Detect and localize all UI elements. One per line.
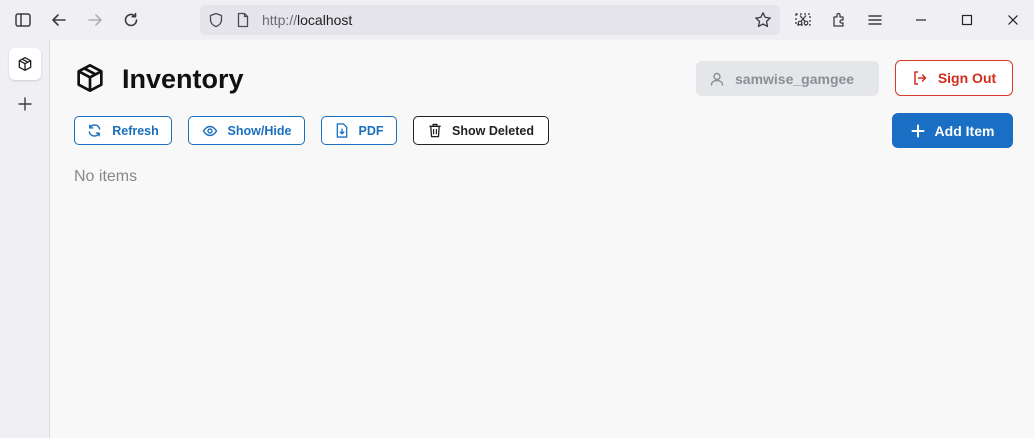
url-prefix: http:// xyxy=(262,12,298,28)
browser-sidebar xyxy=(0,40,50,438)
box-icon xyxy=(18,57,32,71)
plus-icon[interactable] xyxy=(13,92,37,116)
plus-icon xyxy=(911,124,925,138)
pdf-file-icon xyxy=(335,123,349,138)
add-item-label: Add Item xyxy=(934,122,995,139)
back-arrow-icon[interactable] xyxy=(47,8,71,32)
forward-arrow-icon[interactable] xyxy=(83,8,107,32)
url-host: localhost xyxy=(297,12,353,28)
url-text[interactable]: http://localhost xyxy=(262,12,352,28)
trash-icon xyxy=(428,123,442,138)
browser-toolbar: http://localhost xyxy=(0,0,1034,40)
minimize-icon[interactable] xyxy=(909,8,933,32)
close-icon[interactable] xyxy=(1001,8,1025,32)
sidebar-tab-inventory[interactable] xyxy=(9,48,41,80)
show-deleted-button[interactable]: Show Deleted xyxy=(413,116,549,145)
show-deleted-label: Show Deleted xyxy=(452,123,534,138)
sign-out-button[interactable]: Sign Out xyxy=(895,60,1013,96)
box-icon xyxy=(74,62,106,94)
refresh-label: Refresh xyxy=(112,123,159,138)
empty-message: No items xyxy=(74,168,138,185)
username-label: samwise_gamgee xyxy=(735,70,855,87)
show-hide-button[interactable]: Show/Hide xyxy=(188,116,305,145)
pdf-label: PDF xyxy=(358,123,384,138)
refresh-icon xyxy=(87,123,102,138)
sign-out-icon xyxy=(912,70,928,86)
app-main: Inventory samwise_gamgee Sign Out Refres… xyxy=(50,40,1034,438)
eye-icon xyxy=(202,123,218,139)
user-icon xyxy=(709,71,725,87)
pdf-button[interactable]: PDF xyxy=(321,116,397,145)
shield-icon[interactable] xyxy=(207,11,225,29)
add-item-button[interactable]: Add Item xyxy=(892,113,1013,148)
star-icon[interactable] xyxy=(754,11,772,29)
extensions-icon[interactable] xyxy=(827,8,851,32)
sign-out-label: Sign Out xyxy=(937,70,997,86)
reload-icon[interactable] xyxy=(119,8,143,32)
show-hide-label: Show/Hide xyxy=(227,123,292,138)
page-title: Inventory xyxy=(122,64,244,94)
page-icon[interactable] xyxy=(234,11,252,29)
maximize-icon[interactable] xyxy=(955,8,979,32)
menu-icon[interactable] xyxy=(863,8,887,32)
sidebar-toggle-icon[interactable] xyxy=(11,8,35,32)
user-chip: samwise_gamgee xyxy=(696,61,879,96)
address-bar[interactable]: http://localhost xyxy=(200,5,780,35)
refresh-button[interactable]: Refresh xyxy=(74,116,172,145)
screenshot-icon[interactable] xyxy=(791,8,815,32)
